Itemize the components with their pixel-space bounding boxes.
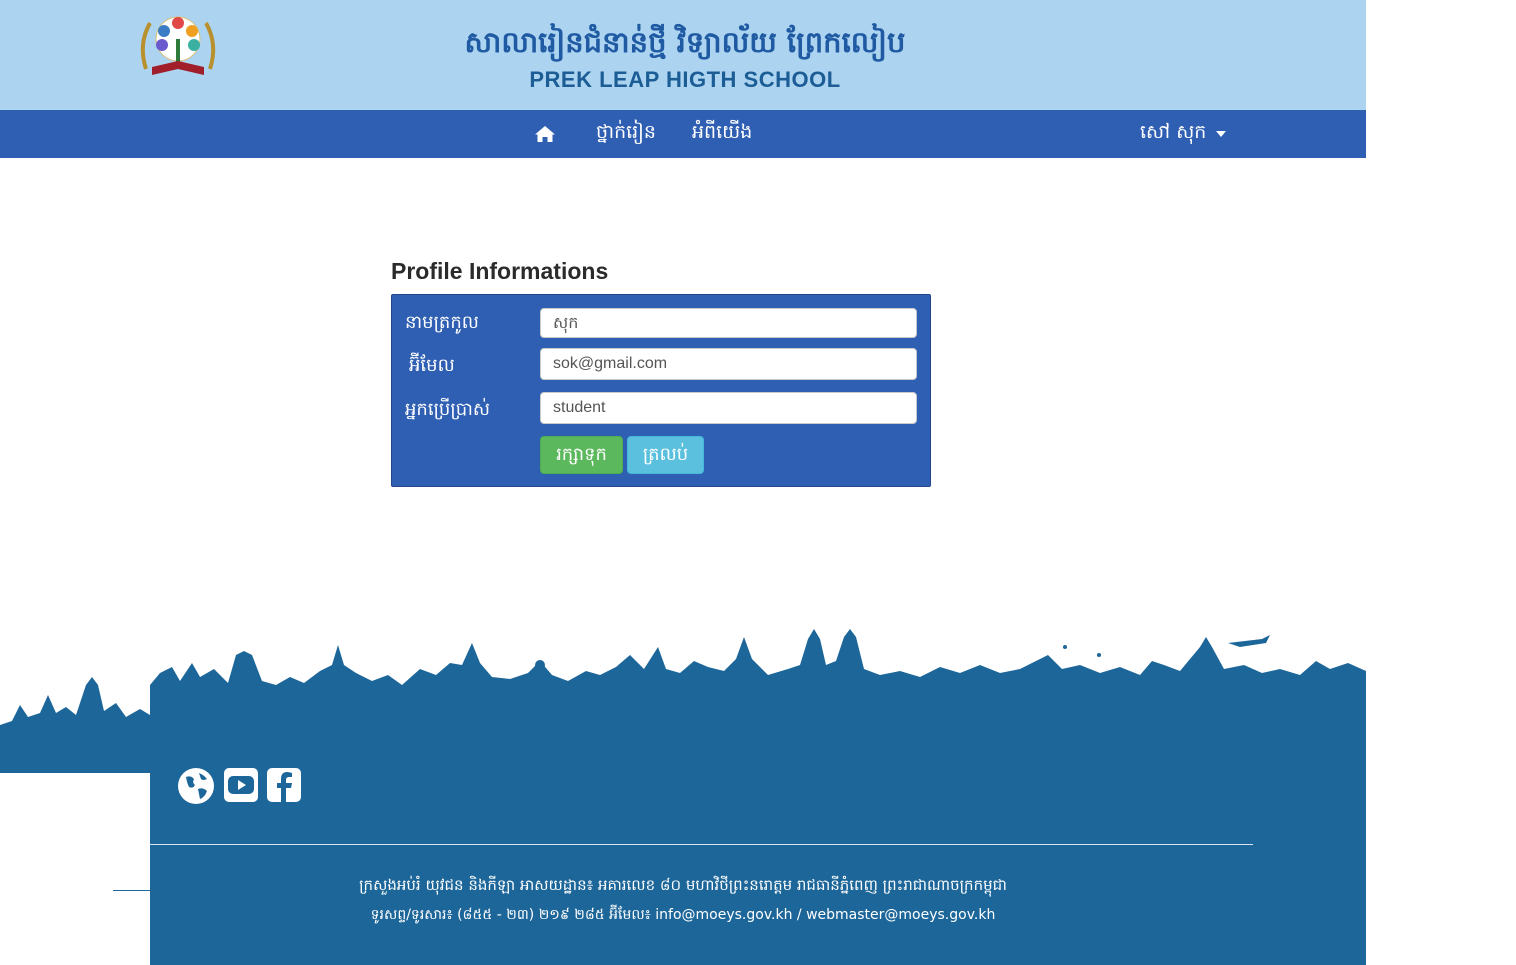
facebook-link[interactable]: [266, 767, 302, 807]
globe-icon: [178, 768, 214, 804]
email-label: អ៊ីមែល: [409, 355, 455, 376]
school-name-khmer: សាលារៀនជំនាន់ថ្មី វិទ្យាល័យ ព្រែកលៀប: [464, 25, 906, 59]
lastname-field[interactable]: សុក: [540, 308, 917, 338]
youtube-link[interactable]: [223, 767, 259, 807]
nav-about-link[interactable]: អំពីយើង: [692, 110, 752, 158]
email-field[interactable]: sok@gmail.com: [540, 348, 917, 380]
profile-form-panel: នាមត្រកូល សុក អ៊ីមែល sok@gmail.com អ្នកប…: [391, 294, 931, 487]
username-label: អ្នកប្រើប្រាស់: [405, 399, 490, 420]
user-menu-dropdown[interactable]: សៅ សុក: [1140, 110, 1227, 158]
youtube-icon: [224, 768, 258, 802]
school-logo[interactable]: [134, 9, 222, 99]
back-button[interactable]: ត្រលប់: [627, 436, 704, 474]
header-banner: សាលារៀនជំនាន់ថ្មី វិទ្យាល័យ ព្រែកលៀប PRE…: [0, 0, 1366, 110]
chevron-down-icon: [1216, 131, 1227, 137]
main-navbar: ថ្នាក់រៀន អំពីយើង សៅ សុក: [0, 110, 1366, 158]
footer-left-strip: [0, 762, 150, 772]
save-button[interactable]: រក្សាទុក: [540, 436, 623, 474]
user-name-label: សៅ សុក: [1140, 121, 1207, 143]
website-link[interactable]: [177, 767, 215, 809]
footer-address: ក្រសួងអប់រំ យុវជន និងកីឡា អាសយដ្ឋាន៖ អគា…: [359, 876, 1007, 894]
footer-contact: ទូរសព្ទ/ទូរសារ៖ (៨៥៥ - ២៣) ២១៩ ២៨៥ អ៊ីមែ…: [370, 907, 996, 923]
page-title: Profile Informations: [391, 258, 609, 284]
nav-home-link[interactable]: [534, 110, 560, 158]
home-icon: [535, 126, 555, 142]
school-logo-image: [140, 16, 216, 75]
lastname-label: នាមត្រកូល: [405, 312, 479, 333]
nav-classes-link[interactable]: ថ្នាក់រៀន: [596, 110, 656, 158]
footer-accent-line: [113, 890, 150, 891]
footer-divider: [150, 844, 1253, 845]
facebook-icon: [267, 768, 301, 802]
school-name-english: PREK LEAP HIGTH SCHOOL: [529, 67, 841, 92]
username-field[interactable]: student: [540, 392, 917, 424]
footer: ក្រសួងអប់រំ យុវជន និងកីឡា អាសយដ្ឋាន៖ អគា…: [150, 725, 1366, 965]
